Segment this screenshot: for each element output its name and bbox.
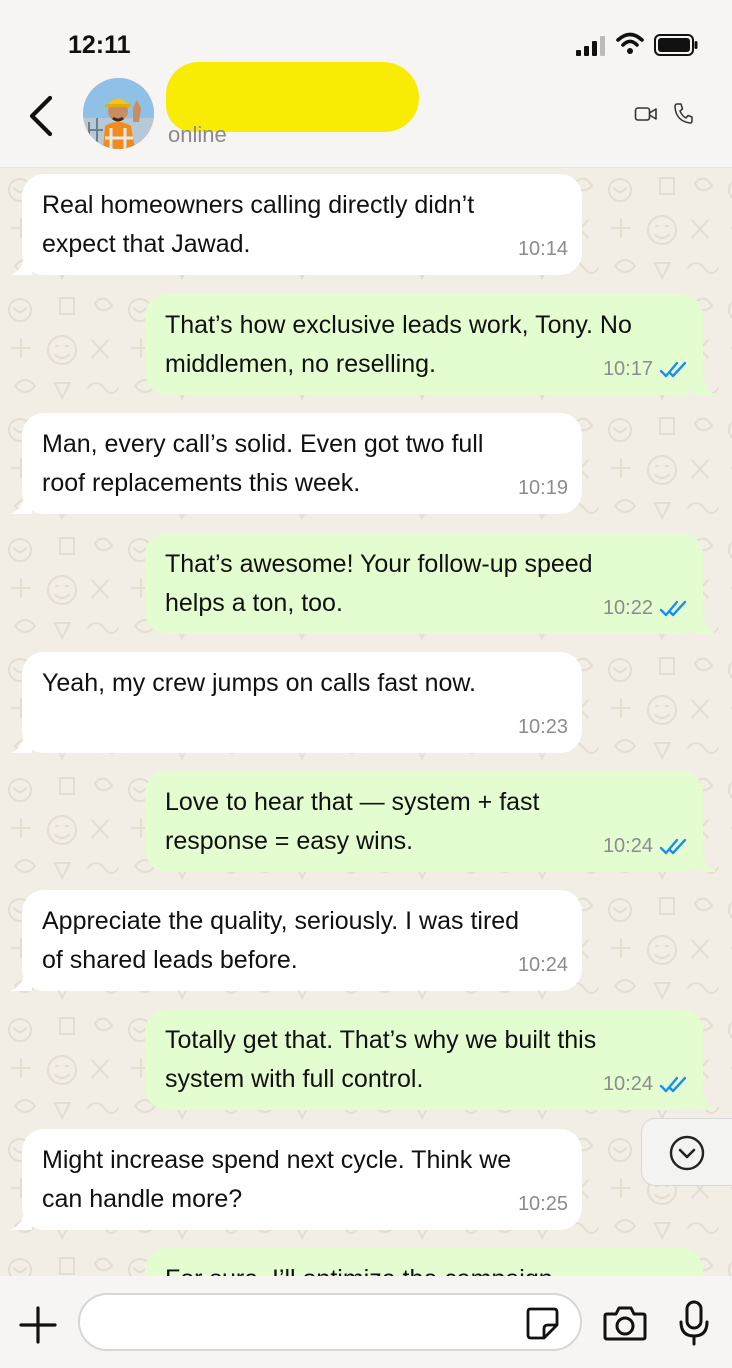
chat-header: online bbox=[0, 62, 732, 168]
read-receipt-icon bbox=[659, 361, 687, 377]
message-incoming[interactable]: Appreciate the quality, seriously. I was… bbox=[10, 890, 582, 991]
message-incoming[interactable]: Man, every call’s solid. Even got two fu… bbox=[10, 413, 582, 514]
bubble-tail bbox=[695, 377, 717, 395]
video-call-icon[interactable] bbox=[634, 104, 658, 124]
message-text: For sure. I’ll optimize the campaign bbox=[165, 1260, 647, 1276]
chat-area[interactable]: Real homeowners calling directly didn’t … bbox=[0, 168, 732, 1276]
bubble-tail bbox=[10, 735, 32, 753]
signal-icon bbox=[576, 36, 605, 56]
microphone-icon[interactable] bbox=[678, 1300, 710, 1346]
bubble-tail bbox=[695, 616, 717, 634]
message-text: Yeah, my crew jumps on calls fast now. bbox=[42, 669, 476, 697]
bubble-tail bbox=[10, 973, 32, 991]
bubble-tail bbox=[10, 257, 32, 275]
message-time: 10:17 bbox=[602, 358, 653, 380]
back-button[interactable] bbox=[24, 92, 62, 140]
message-incoming[interactable]: Might increase spend next cycle. Think w… bbox=[10, 1129, 582, 1230]
message-incoming[interactable]: Real homeowners calling directly didn’t … bbox=[10, 174, 582, 275]
wifi-icon bbox=[616, 32, 644, 54]
message-text: Love to hear that — system + fast respon… bbox=[165, 788, 540, 855]
contact-status: online bbox=[168, 122, 227, 147]
message-text: Totally get that. That’s why we built th… bbox=[165, 1026, 597, 1093]
message-outgoing[interactable]: Totally get that. That’s why we built th… bbox=[145, 1009, 717, 1110]
status-time: 12:11 bbox=[68, 31, 131, 59]
message-text: That’s how exclusive leads work, Tony. N… bbox=[165, 311, 632, 378]
message-time: 10:25 bbox=[517, 1193, 568, 1215]
message-text: Appreciate the quality, seriously. I was… bbox=[42, 907, 520, 974]
phone-icon[interactable] bbox=[673, 102, 693, 124]
message-time: 10:22 bbox=[602, 597, 653, 619]
message-text: Man, every call’s solid. Even got two fu… bbox=[42, 430, 484, 497]
chevron-down-circle-icon bbox=[669, 1135, 705, 1171]
avatar-image bbox=[83, 78, 154, 149]
bubble-tail bbox=[695, 1092, 717, 1110]
message-input[interactable] bbox=[78, 1293, 582, 1351]
message-time: 10:24 bbox=[517, 954, 568, 976]
scroll-to-bottom-button[interactable] bbox=[641, 1118, 732, 1186]
contact-avatar[interactable] bbox=[83, 78, 154, 149]
read-receipt-icon bbox=[659, 600, 687, 616]
sticker-icon[interactable] bbox=[524, 1305, 560, 1341]
input-bar bbox=[0, 1276, 732, 1368]
message-time: 10:14 bbox=[517, 238, 568, 260]
message-time: 10:24 bbox=[602, 835, 653, 857]
message-text: Might increase spend next cycle. Think w… bbox=[42, 1146, 512, 1213]
message-outgoing[interactable]: For sure. I’ll optimize the campaign bbox=[145, 1248, 703, 1276]
battery-icon bbox=[654, 34, 698, 56]
message-time: 10:19 bbox=[517, 477, 568, 499]
read-receipt-icon bbox=[659, 1076, 687, 1092]
camera-icon[interactable] bbox=[603, 1304, 647, 1342]
message-incoming[interactable]: Yeah, my crew jumps on calls fast now. 1… bbox=[10, 652, 582, 753]
message-outgoing[interactable]: That’s awesome! Your follow-up speed hel… bbox=[145, 533, 717, 634]
message-outgoing[interactable]: That’s how exclusive leads work, Tony. N… bbox=[145, 294, 717, 395]
message-time: 10:23 bbox=[517, 716, 568, 738]
bubble-tail bbox=[695, 854, 717, 872]
message-outgoing[interactable]: Love to hear that — system + fast respon… bbox=[145, 771, 717, 872]
message-time: 10:24 bbox=[602, 1073, 653, 1095]
message-text: That’s awesome! Your follow-up speed hel… bbox=[165, 550, 593, 617]
bubble-tail bbox=[10, 496, 32, 514]
message-text: Real homeowners calling directly didn’t … bbox=[42, 191, 475, 258]
plus-icon[interactable] bbox=[18, 1305, 58, 1345]
read-receipt-icon bbox=[659, 838, 687, 854]
bubble-tail bbox=[10, 1212, 32, 1230]
